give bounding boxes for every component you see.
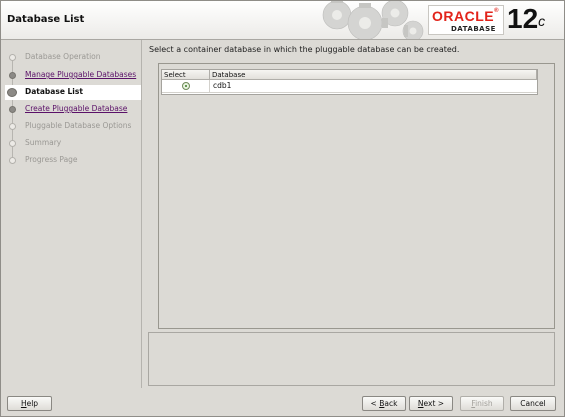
help-label: elp [26, 399, 39, 408]
finish-label: inish [475, 399, 493, 408]
back-prefix: < [370, 399, 380, 408]
installer-window: Database List ORACLE® DATABASE 12c Datab… [0, 0, 565, 417]
instruction-text: Select a container database in which the… [149, 45, 460, 54]
nav-step-progress-page: Progress Page [5, 153, 141, 168]
version-badge: 12c [507, 3, 545, 35]
cancel-button[interactable]: Cancel [510, 396, 556, 411]
nav-step-label: Summary [25, 138, 62, 147]
step-dot-icon [9, 106, 16, 113]
wizard-steps-nav: Database Operation Manage Pluggable Data… [5, 44, 141, 387]
column-header-database[interactable]: Database [210, 70, 537, 80]
database-table-panel: Select Database cdb1 [158, 63, 555, 329]
back-button[interactable]: < Back [362, 396, 406, 411]
gears-graphic [322, 1, 424, 39]
nav-step-label[interactable]: Create Pluggable Database [25, 104, 127, 113]
header-banner: Database List ORACLE® DATABASE 12c [1, 1, 564, 40]
step-dot-icon [9, 72, 16, 79]
select-cell[interactable] [162, 80, 210, 92]
step-dot-icon [9, 54, 16, 61]
nav-step-pluggable-database-options: Pluggable Database Options [5, 119, 141, 134]
column-header-select[interactable]: Select [162, 70, 210, 80]
oracle-logo: ORACLE® DATABASE [428, 5, 504, 35]
nav-step-label: Pluggable Database Options [25, 121, 132, 130]
step-dot-icon [9, 140, 16, 147]
page-title: Database List [7, 14, 85, 25]
step-dot-icon [9, 123, 16, 130]
nav-step-label: Database Operation [25, 52, 101, 61]
nav-step-create-pluggable-database[interactable]: Create Pluggable Database [5, 102, 141, 117]
step-dot-icon [9, 157, 16, 164]
database-wordmark: DATABASE [451, 25, 496, 33]
database-table: Select Database cdb1 [161, 69, 538, 95]
next-button[interactable]: Next > [409, 396, 453, 411]
version-suffix: c [538, 13, 546, 29]
nav-step-label[interactable]: Manage Pluggable Databases [25, 70, 136, 79]
nav-step-manage-pluggable-databases[interactable]: Manage Pluggable Databases [5, 68, 141, 83]
nav-step-label: Progress Page [25, 155, 78, 164]
select-radio-button[interactable] [182, 82, 190, 90]
nav-step-database-list[interactable]: Database List [5, 85, 141, 100]
back-label: ack [384, 399, 398, 408]
registered-mark: ® [494, 8, 500, 14]
nav-step-database-operation: Database Operation [5, 50, 141, 65]
nav-step-label: Database List [25, 87, 83, 96]
nav-divider [141, 40, 142, 388]
finish-button[interactable]: Finish [460, 396, 504, 411]
oracle-wordmark: ORACLE [432, 8, 495, 24]
next-label: ext > [423, 399, 445, 408]
version-number: 12 [507, 3, 539, 34]
description-panel [148, 332, 555, 386]
nav-step-summary: Summary [5, 136, 141, 151]
database-name-cell: cdb1 [213, 81, 232, 90]
table-row[interactable]: cdb1 [162, 80, 537, 93]
help-button[interactable]: Help [7, 396, 52, 411]
current-step-icon [7, 88, 17, 97]
